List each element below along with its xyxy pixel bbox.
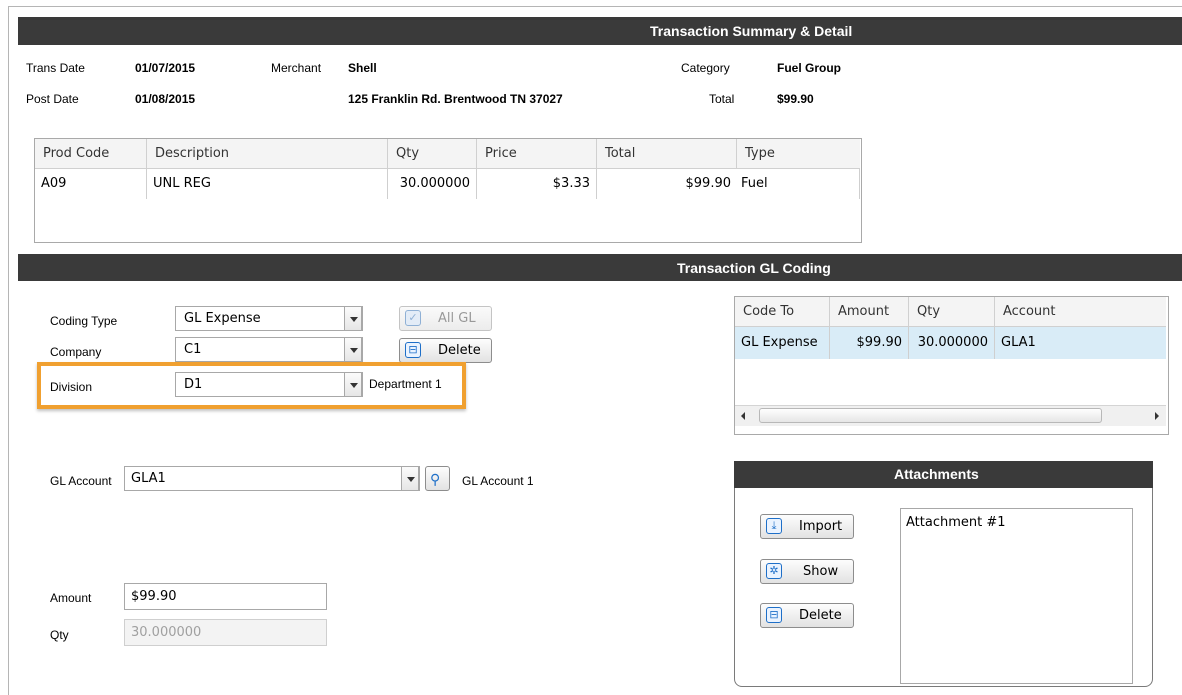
amount-input[interactable]: $99.90 — [124, 583, 327, 610]
trans-date-label: Trans Date — [26, 61, 85, 75]
cell-account: GLA1 — [1001, 335, 1036, 350]
chevron-down-icon[interactable] — [401, 466, 419, 491]
gl-account-label: GL Account — [50, 474, 112, 488]
column-header-price[interactable]: Price — [477, 139, 597, 169]
company-value: C1 — [184, 342, 202, 357]
coding-grid[interactable]: Code To Amount Qty Account GL Expense $9… — [734, 296, 1169, 435]
cell-description: UNL REG — [147, 169, 388, 199]
column-header-description[interactable]: Description — [147, 139, 388, 169]
qty-input[interactable]: 30.000000 — [124, 619, 327, 646]
post-date-value: 01/08/2015 — [135, 92, 196, 106]
column-header-type[interactable]: Type — [737, 139, 860, 169]
list-item[interactable]: Attachment #1 — [906, 515, 1006, 530]
show-label: Show — [803, 564, 839, 579]
cell-qty: 30.000000 — [388, 169, 477, 199]
gl-account-value: GLA1 — [131, 471, 166, 486]
division-description: Department 1 — [369, 377, 442, 391]
column-header-prod-code[interactable]: Prod Code — [35, 139, 147, 169]
show-button[interactable]: ✲ Show — [760, 559, 854, 584]
cell-total: $99.90 — [685, 176, 732, 191]
delete-coding-button[interactable]: ⊟ Delete — [399, 338, 492, 363]
category-label: Category — [681, 61, 730, 75]
import-button[interactable]: ⤓ Import — [760, 514, 854, 539]
company-select[interactable]: C1 — [175, 337, 363, 362]
gl-account-lookup-button[interactable]: ⚲ — [425, 466, 450, 491]
column-header-code-to[interactable]: Code To — [735, 297, 830, 327]
attachments-list[interactable]: Attachment #1 — [900, 508, 1133, 684]
trash-icon: ⊟ — [766, 607, 782, 623]
binoculars-icon: ⚲ — [430, 472, 441, 488]
table-row[interactable]: GL Expense $99.90 30.000000 GLA1 — [735, 327, 1166, 359]
coding-type-value: GL Expense — [184, 311, 261, 326]
post-date-label: Post Date — [26, 92, 79, 106]
coding-type-label: Coding Type — [50, 314, 118, 328]
summary-header-title: Transaction Summary & Detail — [650, 23, 853, 39]
gl-account-description: GL Account 1 — [462, 474, 534, 488]
column-header-account[interactable]: Account — [995, 297, 1166, 327]
delete-coding-label: Delete — [438, 343, 481, 358]
attachments-header-title: Attachments — [894, 466, 979, 482]
column-header-total[interactable]: Total — [597, 139, 737, 169]
cell-prod-code: A09 — [35, 169, 147, 199]
column-header-qty[interactable]: Qty — [909, 297, 995, 327]
coding-type-select[interactable]: GL Expense — [175, 306, 363, 331]
cell-type: Fuel — [737, 169, 860, 199]
cell-amount: $99.90 — [830, 327, 909, 359]
cell-code-to: GL Expense — [735, 327, 830, 359]
qty-label: Qty — [50, 628, 69, 642]
table-row[interactable]: A09 UNL REG 30.000000 $3.33 $99.90 Fuel — [35, 169, 860, 199]
company-label: Company — [50, 345, 102, 359]
summary-header: Transaction Summary & Detail — [18, 17, 1182, 45]
chevron-down-icon[interactable] — [344, 372, 362, 397]
scroll-left-icon[interactable] — [741, 412, 745, 420]
all-gl-icon: ✓ — [405, 310, 421, 326]
gl-account-select[interactable]: GLA1 — [124, 466, 420, 491]
merchant-address: 125 Franklin Rd. Brentwood TN 37027 — [348, 92, 563, 106]
transaction-window: Transaction Summary & Detail Trans Date … — [8, 6, 1182, 695]
category-value: Fuel Group — [777, 61, 841, 75]
column-header-amount[interactable]: Amount — [830, 297, 909, 327]
coding-header: Transaction GL Coding — [18, 254, 1182, 281]
scroll-right-icon[interactable] — [1155, 412, 1159, 420]
products-grid[interactable]: Prod Code Description Qty Price Total Ty… — [34, 138, 862, 243]
scrollbar-thumb[interactable] — [759, 408, 1102, 423]
merchant-value: Shell — [348, 61, 377, 75]
trans-date-value: 01/07/2015 — [135, 61, 196, 75]
all-gl-button[interactable]: ✓ All GL — [399, 306, 492, 331]
chevron-down-icon[interactable] — [344, 337, 362, 362]
import-label: Import — [799, 519, 843, 534]
delete-attachment-button[interactable]: ⊟ Delete — [760, 603, 854, 628]
division-label: Division — [50, 380, 93, 394]
coding-header-title: Transaction GL Coding — [677, 260, 831, 276]
attachments-header: Attachments — [734, 461, 1153, 488]
all-gl-label: All GL — [438, 311, 476, 326]
delete-attachment-label: Delete — [799, 608, 842, 623]
cell-qty: 30.000000 — [909, 327, 995, 359]
merchant-label: Merchant — [271, 61, 322, 75]
column-header-qty[interactable]: Qty — [388, 139, 477, 169]
trash-icon: ⊟ — [405, 342, 421, 358]
total-value: $99.90 — [777, 92, 814, 106]
horizontal-scrollbar[interactable] — [735, 405, 1166, 426]
cell-price: $3.33 — [477, 169, 597, 199]
total-label: Total — [709, 92, 735, 106]
attachments-panel: Attachments ⤓ Import ✲ Show ⊟ Delete Att… — [734, 461, 1153, 687]
division-value: D1 — [184, 377, 203, 392]
view-icon: ✲ — [766, 563, 782, 579]
amount-label: Amount — [50, 591, 92, 605]
download-icon: ⤓ — [766, 518, 782, 534]
division-select[interactable]: D1 — [175, 372, 363, 397]
chevron-down-icon[interactable] — [344, 306, 362, 331]
